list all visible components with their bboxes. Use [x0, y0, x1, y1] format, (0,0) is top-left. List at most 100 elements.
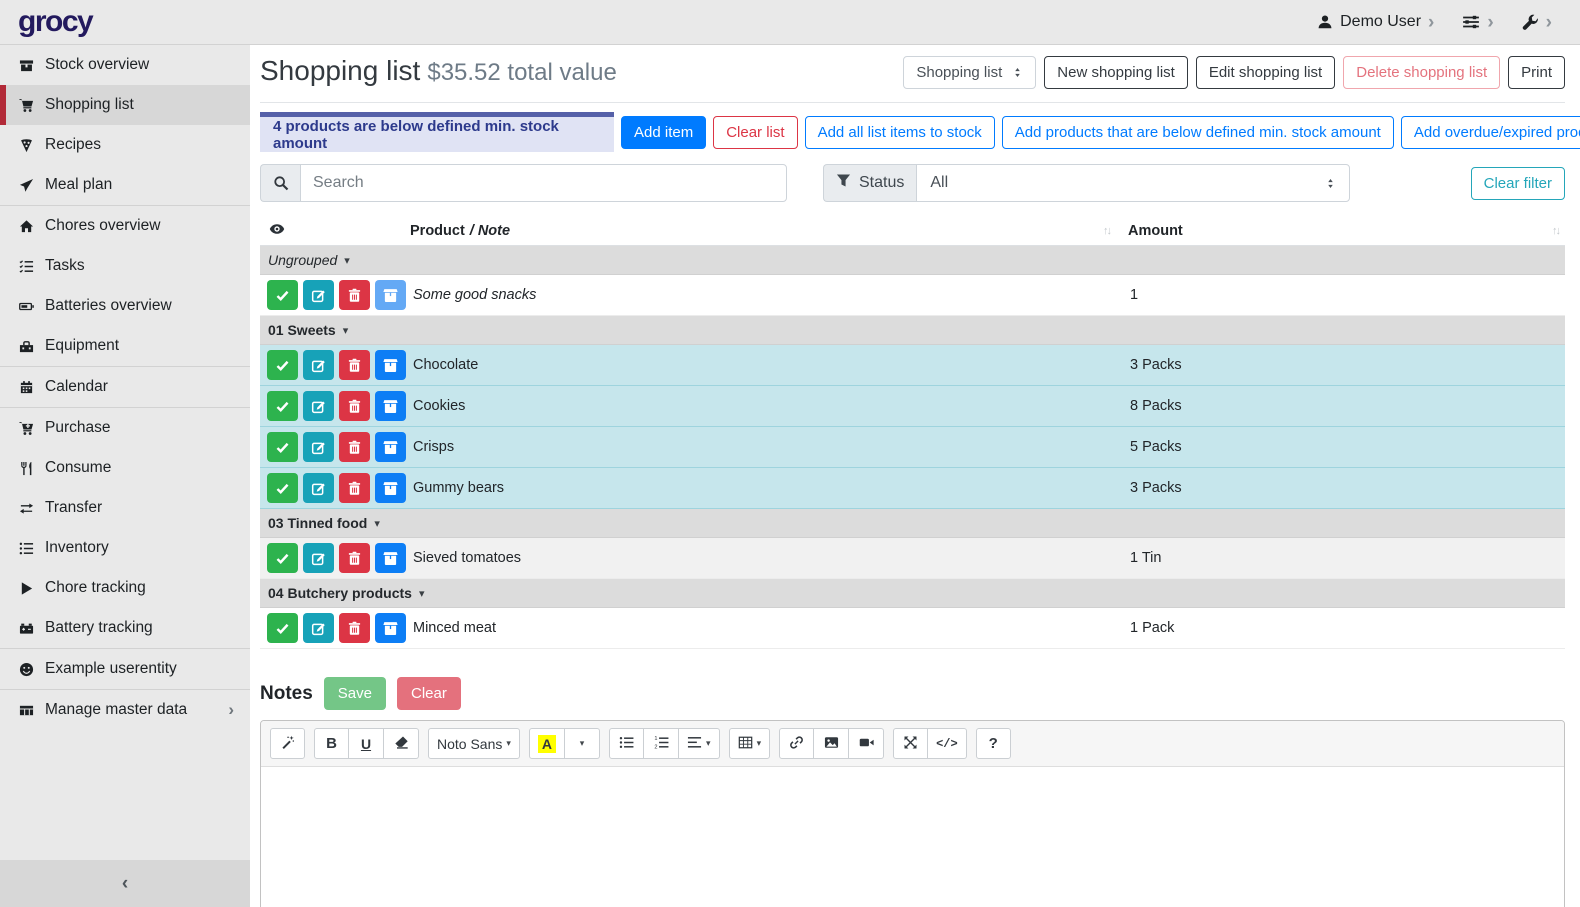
sidebar-item-meal-plan[interactable]: Meal plan — [0, 165, 250, 205]
code-view-button[interactable]: </> — [928, 728, 967, 759]
clear-filter-button[interactable]: Clear filter — [1471, 167, 1565, 200]
user-menu[interactable]: Demo User › — [1317, 13, 1434, 32]
delete-item-button[interactable] — [339, 432, 370, 462]
add-to-stock-button[interactable] — [375, 432, 406, 462]
print-button[interactable]: Print — [1508, 56, 1565, 89]
svg-text:1: 1 — [654, 735, 657, 741]
sort-icon[interactable]: ↑↓ — [1552, 225, 1559, 237]
column-header-product[interactable]: Product / Note ↑↓ — [410, 223, 1128, 239]
delete-item-button[interactable] — [339, 350, 370, 380]
settings-menu[interactable]: › — [1462, 13, 1493, 32]
notes-editor-body[interactable] — [261, 767, 1564, 907]
edit-item-button[interactable] — [303, 613, 334, 643]
sidebar-item-chore-tracking[interactable]: Chore tracking — [0, 568, 250, 608]
help-button[interactable]: ? — [976, 728, 1011, 759]
insert-video-button[interactable] — [849, 728, 884, 759]
sidebar-item-label: Purchase — [45, 419, 110, 437]
sidebar-item-purchase[interactable]: Purchase — [0, 408, 250, 448]
mark-done-button[interactable] — [267, 280, 298, 310]
sidebar-item-recipes[interactable]: Recipes — [0, 125, 250, 165]
edit-item-button[interactable] — [303, 280, 334, 310]
add-to-stock-button[interactable] — [375, 350, 406, 380]
add-overdue-button[interactable]: Add overdue/expired products — [1401, 116, 1580, 149]
edit-shopping-list-button[interactable]: Edit shopping list — [1196, 56, 1335, 89]
underline-button[interactable]: U — [349, 728, 384, 759]
save-notes-button[interactable]: Save — [324, 677, 386, 710]
add-to-stock-button[interactable] — [375, 473, 406, 503]
delete-item-button[interactable] — [339, 391, 370, 421]
delete-shopping-list-button[interactable]: Delete shopping list — [1343, 56, 1500, 89]
insert-table-button[interactable]: ▾ — [729, 728, 771, 759]
sidebar-item-label: Equipment — [45, 337, 119, 355]
sidebar-item-tasks[interactable]: Tasks — [0, 246, 250, 286]
sidebar-item-battery-tracking[interactable]: Battery tracking — [0, 608, 250, 648]
product-group-header[interactable]: 04 Butchery products▾ — [260, 579, 1565, 608]
admin-menu[interactable]: › — [1522, 13, 1552, 32]
add-to-stock-button[interactable] — [375, 391, 406, 421]
clear-list-button[interactable]: Clear list — [713, 116, 797, 149]
edit-item-button[interactable] — [303, 473, 334, 503]
delete-item-button[interactable] — [339, 613, 370, 643]
text-color-button[interactable]: A — [529, 728, 565, 759]
product-group-header[interactable]: Ungrouped▾ — [260, 246, 1565, 275]
add-all-to-stock-button[interactable]: Add all list items to stock — [805, 116, 995, 149]
insert-picture-button[interactable] — [814, 728, 849, 759]
product-group-header[interactable]: 03 Tinned food▾ — [260, 509, 1565, 538]
fullscreen-button[interactable] — [893, 728, 928, 759]
ordered-list-button[interactable]: 12 — [644, 728, 679, 759]
edit-item-button[interactable] — [303, 432, 334, 462]
unordered-list-button[interactable] — [609, 728, 644, 759]
status-select[interactable]: All — [916, 164, 1350, 202]
delete-item-button[interactable] — [339, 473, 370, 503]
sidebar-item-inventory[interactable]: Inventory — [0, 528, 250, 568]
row-actions — [260, 473, 410, 503]
magic-style-button[interactable] — [270, 728, 305, 759]
search-input[interactable] — [300, 164, 787, 202]
insert-link-button[interactable] — [779, 728, 814, 759]
mark-done-button[interactable] — [267, 391, 298, 421]
bold-button[interactable]: B — [314, 728, 349, 759]
mark-done-button[interactable] — [267, 613, 298, 643]
column-header-amount[interactable]: Amount ↑↓ — [1128, 223, 1565, 239]
eye-icon[interactable] — [269, 221, 285, 241]
edit-item-button[interactable] — [303, 350, 334, 380]
sidebar-item-stock-overview[interactable]: Stock overview — [0, 45, 250, 85]
mark-done-button[interactable] — [267, 473, 298, 503]
edit-item-button[interactable] — [303, 543, 334, 573]
clear-formatting-button[interactable] — [384, 728, 419, 759]
add-below-min-button[interactable]: Add products that are below defined min.… — [1002, 116, 1394, 149]
edit-icon — [311, 551, 326, 566]
add-to-stock-button[interactable] — [375, 613, 406, 643]
mark-done-button[interactable] — [267, 543, 298, 573]
add-to-stock-button[interactable] — [375, 543, 406, 573]
add-item-button[interactable]: Add item — [621, 116, 706, 149]
paragraph-align-button[interactable]: ▾ — [679, 728, 720, 759]
sidebar-collapse-button[interactable]: ‹ — [0, 860, 250, 907]
font-family-button[interactable]: Noto Sans▾ — [428, 728, 520, 759]
sidebar-item-example-userentity[interactable]: Example userentity — [0, 649, 250, 689]
mark-done-button[interactable] — [267, 432, 298, 462]
clear-notes-button[interactable]: Clear — [397, 677, 461, 710]
group-name: 03 Tinned food — [268, 515, 367, 531]
new-shopping-list-button[interactable]: New shopping list — [1044, 56, 1188, 89]
shopping-list-select[interactable]: Shopping list — [903, 56, 1036, 89]
boxes-icon — [17, 58, 35, 73]
app-logo[interactable]: grocy — [0, 5, 250, 39]
mark-done-button[interactable] — [267, 350, 298, 380]
product-group-header[interactable]: 01 Sweets▾ — [260, 316, 1565, 345]
min-stock-alert[interactable]: 4 products are below defined min. stock … — [260, 112, 614, 152]
sidebar-item-chores-overview[interactable]: Chores overview — [0, 206, 250, 246]
sidebar-item-manage-master-data[interactable]: Manage master data› — [0, 690, 250, 730]
delete-item-button[interactable] — [339, 280, 370, 310]
sidebar-item-transfer[interactable]: Transfer — [0, 488, 250, 528]
text-color-more-button[interactable]: ▾ — [565, 728, 600, 759]
sidebar-item-consume[interactable]: Consume — [0, 448, 250, 488]
sidebar-item-shopping-list[interactable]: Shopping list — [0, 85, 250, 125]
sidebar-item-batteries-overview[interactable]: Batteries overview — [0, 286, 250, 326]
add-to-stock-button[interactable] — [375, 280, 406, 310]
sort-icon[interactable]: ↑↓ — [1103, 225, 1110, 237]
sidebar-item-calendar[interactable]: Calendar — [0, 367, 250, 407]
delete-item-button[interactable] — [339, 543, 370, 573]
edit-item-button[interactable] — [303, 391, 334, 421]
sidebar-item-equipment[interactable]: Equipment — [0, 326, 250, 366]
